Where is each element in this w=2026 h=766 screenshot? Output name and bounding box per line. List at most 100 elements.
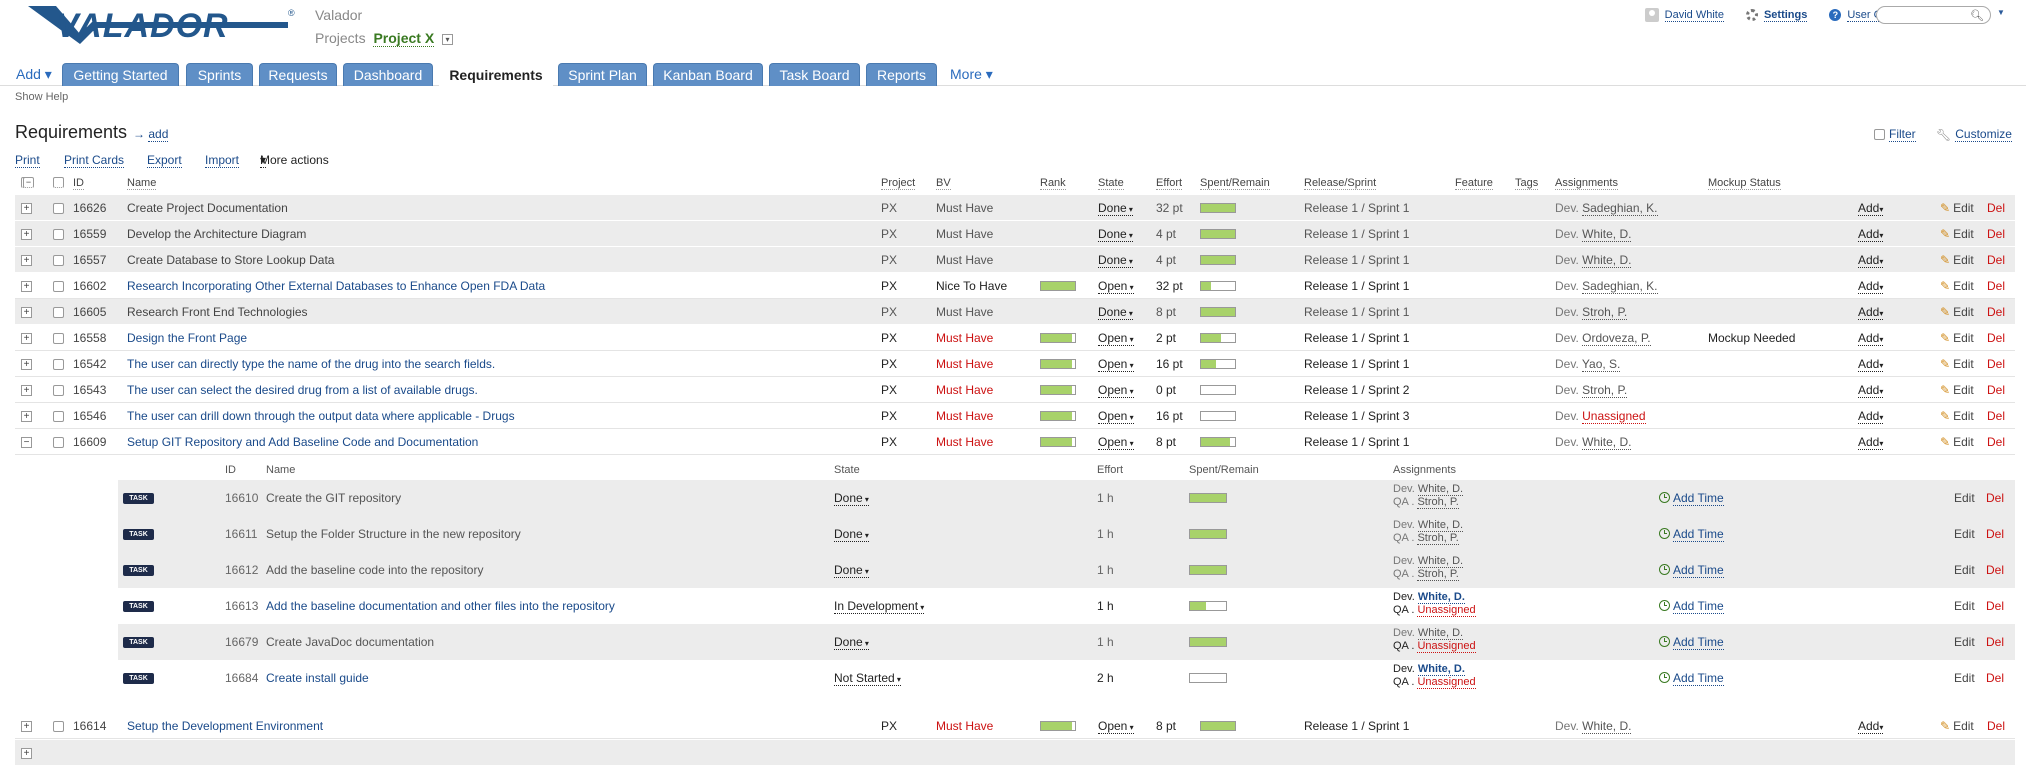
- row-state[interactable]: Open: [1098, 403, 1134, 429]
- edit-link[interactable]: Edit: [1954, 660, 1975, 696]
- row-edit[interactable]: ✎ Edit: [1940, 403, 1974, 429]
- tab-getting-started[interactable]: Getting Started: [62, 63, 179, 86]
- delete-link[interactable]: Del: [1987, 377, 2005, 403]
- more-menu[interactable]: More ▾: [950, 66, 993, 83]
- delete-link[interactable]: Del: [1987, 429, 2005, 455]
- delete-link[interactable]: Del: [1987, 713, 2005, 739]
- add-time-text[interactable]: Add Time: [1673, 671, 1724, 686]
- col-effort[interactable]: Effort: [1156, 177, 1183, 190]
- dev-assignee-link[interactable]: White, D.: [1417, 555, 1464, 568]
- row-add[interactable]: Add: [1858, 403, 1884, 429]
- assignee-link[interactable]: Stroh, P.: [1582, 383, 1628, 398]
- subtask-name[interactable]: Create the GIT repository: [266, 480, 401, 516]
- subtask-name[interactable]: Create JavaDoc documentation: [266, 624, 434, 660]
- filter-checkbox[interactable]: [1874, 129, 1885, 140]
- customize-link[interactable]: 🔧︎ Customize: [1936, 127, 2012, 142]
- row-checkbox[interactable]: [53, 411, 64, 422]
- row-name[interactable]: The user can select the desired drug fro…: [127, 377, 478, 403]
- row-add[interactable]: Add: [1858, 221, 1884, 247]
- col-bv[interactable]: BV: [936, 177, 951, 190]
- tab-requirements[interactable]: Requirements: [439, 63, 553, 86]
- filter-toggle[interactable]: Filter: [1874, 127, 1916, 142]
- tab-requests[interactable]: Requests: [259, 63, 337, 86]
- row-name[interactable]: The user can drill down through the outp…: [127, 403, 515, 429]
- assignee-link[interactable]: Sadeghian, K.: [1582, 201, 1658, 216]
- row-edit[interactable]: ✎ Edit: [1940, 351, 1974, 377]
- row-checkbox[interactable]: [53, 307, 64, 318]
- qa-assignee-link[interactable]: Stroh, P.: [1417, 496, 1459, 509]
- state-dropdown[interactable]: Done: [1098, 253, 1133, 268]
- col-id[interactable]: ID: [73, 177, 84, 190]
- subtask-name[interactable]: Add the baseline code into the repositor…: [266, 552, 483, 588]
- tab-reports[interactable]: Reports: [866, 63, 937, 86]
- expand-icon[interactable]: +: [21, 255, 32, 266]
- state-dropdown[interactable]: Open: [1098, 383, 1134, 398]
- assignee-link[interactable]: White, D.: [1582, 719, 1632, 734]
- edit-link[interactable]: Edit: [1953, 201, 1974, 215]
- row-state[interactable]: Done: [1098, 195, 1133, 221]
- subtask-state[interactable]: Done: [834, 624, 869, 660]
- valador-logo[interactable]: VALADOR ®: [26, 4, 298, 46]
- add-time-link[interactable]: Add Time: [1659, 624, 1724, 660]
- row-name[interactable]: Setup GIT Repository and Add Baseline Co…: [127, 429, 478, 455]
- qa-assignee-link[interactable]: Unassigned: [1417, 676, 1476, 689]
- row-edit[interactable]: ✎ Edit: [1940, 221, 1974, 247]
- row-checkbox[interactable]: [53, 359, 64, 370]
- subtask-state[interactable]: Done: [834, 480, 869, 516]
- delete-link[interactable]: Del: [1986, 516, 2004, 552]
- add-menu[interactable]: Add ▾: [16, 66, 52, 83]
- delete-link[interactable]: Del: [1986, 480, 2004, 516]
- row-state[interactable]: Open: [1098, 351, 1134, 377]
- row-state[interactable]: Open: [1098, 377, 1134, 403]
- filter-link[interactable]: Filter: [1889, 127, 1916, 142]
- add-dropdown[interactable]: Add: [1858, 357, 1884, 372]
- row-edit[interactable]: ✎ Edit: [1940, 429, 1974, 455]
- assignee-link[interactable]: White, D.: [1582, 227, 1632, 242]
- state-dropdown[interactable]: Done: [1098, 201, 1133, 216]
- add-time-text[interactable]: Add Time: [1673, 491, 1724, 506]
- edit-link[interactable]: Edit: [1953, 253, 1974, 267]
- row-name[interactable]: Create Database to Store Lookup Data: [127, 247, 334, 273]
- add-dropdown[interactable]: Add: [1858, 435, 1884, 450]
- delete-link[interactable]: Del: [1986, 660, 2004, 696]
- edit-link[interactable]: Edit: [1953, 383, 1974, 397]
- collapse-icon[interactable]: −: [21, 437, 32, 448]
- row-checkbox[interactable]: [53, 229, 64, 240]
- edit-link[interactable]: Edit: [1953, 719, 1974, 733]
- state-dropdown[interactable]: Not Started: [834, 671, 901, 686]
- add-requirement-link[interactable]: → add: [133, 127, 169, 142]
- col-state[interactable]: State: [1098, 177, 1124, 190]
- add-dropdown[interactable]: Add: [1858, 409, 1884, 424]
- row-name[interactable]: Research Front End Technologies: [127, 299, 308, 325]
- delete-link[interactable]: Del: [1986, 624, 2004, 660]
- row-checkbox[interactable]: [53, 281, 64, 292]
- expand-icon[interactable]: +: [21, 721, 32, 732]
- edit-link[interactable]: Edit: [1954, 588, 1975, 624]
- settings-link[interactable]: Settings: [1763, 9, 1808, 22]
- row-state[interactable]: Open: [1098, 273, 1134, 299]
- subtask-state[interactable]: Done: [834, 516, 869, 552]
- edit-link[interactable]: Edit: [1954, 480, 1975, 516]
- delete-link[interactable]: Del: [1987, 299, 2005, 325]
- subtask-state[interactable]: Not Started: [834, 660, 901, 696]
- assignee-link[interactable]: Unassigned: [1582, 409, 1646, 424]
- assignee-link[interactable]: White, D.: [1582, 253, 1632, 268]
- subtask-name[interactable]: Create install guide: [266, 660, 369, 696]
- delete-link[interactable]: Del: [1987, 403, 2005, 429]
- expand-icon[interactable]: +: [21, 748, 32, 759]
- col-spent-remain[interactable]: Spent/Remain: [1200, 177, 1270, 190]
- chevron-down-icon[interactable]: ▼: [1997, 8, 2005, 17]
- row-state[interactable]: Done: [1098, 299, 1133, 325]
- add-time-text[interactable]: Add Time: [1673, 599, 1724, 614]
- add-dropdown[interactable]: Add: [1858, 383, 1884, 398]
- col-rank[interactable]: Rank: [1040, 177, 1066, 190]
- row-edit[interactable]: ✎ Edit: [1940, 273, 1974, 299]
- row-checkbox[interactable]: [53, 385, 64, 396]
- print-link[interactable]: Print: [15, 153, 40, 168]
- row-state[interactable]: Done: [1098, 221, 1133, 247]
- add-dropdown[interactable]: Add: [1858, 719, 1884, 734]
- row-edit[interactable]: ✎ Edit: [1940, 377, 1974, 403]
- state-dropdown[interactable]: Done: [834, 635, 869, 650]
- qa-assignee-link[interactable]: Stroh, P.: [1417, 568, 1459, 581]
- row-add[interactable]: Add: [1858, 247, 1884, 273]
